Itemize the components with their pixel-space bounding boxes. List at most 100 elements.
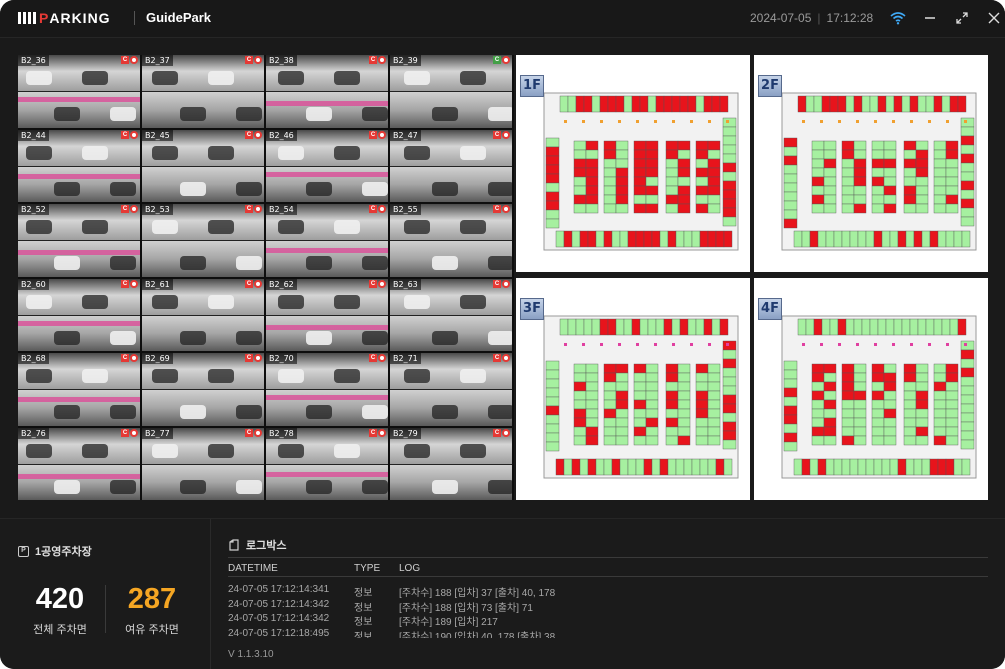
camera-tile[interactable]: B2_60 C <box>18 278 140 351</box>
parking-slot <box>722 126 737 137</box>
camera-status-badge: C <box>245 279 262 288</box>
parking-slot <box>915 417 929 428</box>
parking-slot <box>865 230 875 248</box>
parking-slot <box>722 349 737 360</box>
camera-tile[interactable]: B2_53 C <box>142 204 264 277</box>
parking-slot <box>695 426 709 437</box>
parking-slot <box>567 318 577 336</box>
camera-tile[interactable]: B2_61 C <box>142 278 264 351</box>
camera-label: B2_44 <box>18 129 49 141</box>
parking-slot <box>945 230 955 248</box>
parking-slot <box>913 230 923 248</box>
log-list[interactable]: 24-07-05 17:12:14:341 정보 [주차수] 188 [입차] … <box>228 583 988 638</box>
parking-slot <box>783 387 798 398</box>
camera-label: B2_71 <box>390 353 421 364</box>
parking-slot <box>783 369 798 380</box>
expand-icon[interactable] <box>952 8 972 28</box>
floor-map-1f[interactable]: 1F <box>516 55 750 272</box>
camera-label: B2_76 <box>18 427 49 439</box>
close-icon[interactable] <box>984 8 1004 28</box>
camera-tile[interactable]: B2_52 C <box>18 204 140 277</box>
parking-slot <box>633 417 647 428</box>
camera-badge: C <box>369 428 377 437</box>
parking-slot <box>885 95 895 113</box>
camera-tile[interactable]: B2_37 C <box>142 55 264 128</box>
parking-slot <box>545 378 560 389</box>
parking-slot <box>603 458 613 476</box>
parking-slot <box>665 381 679 392</box>
camera-tile[interactable]: B2_71 C <box>390 353 512 426</box>
parking-slot <box>545 423 560 434</box>
parking-slot <box>960 180 975 191</box>
parking-slot <box>960 207 975 218</box>
camera-tile[interactable]: B2_77 C <box>142 427 264 500</box>
parking-slot <box>615 149 629 160</box>
camera-tile[interactable]: B2_76 C <box>18 427 140 500</box>
parking-slot <box>883 149 897 160</box>
parking-slot <box>633 381 647 392</box>
parking-slot <box>953 230 963 248</box>
floor-map-3f[interactable]: 3F <box>516 278 750 500</box>
parking-slot <box>603 194 617 205</box>
parking-slot <box>633 399 647 410</box>
floor-map-4f[interactable]: 4F <box>754 278 988 500</box>
parking-slot <box>585 408 599 419</box>
parking-slot <box>703 95 713 113</box>
camera-tile[interactable]: B2_36 C <box>18 55 140 128</box>
camera-tile[interactable]: B2_70 C <box>266 353 388 426</box>
guide-marker <box>726 120 729 123</box>
parking-slot <box>915 149 929 160</box>
guide-marker <box>820 120 823 123</box>
guide-marker <box>964 343 967 346</box>
camera-tile[interactable]: B2_62 C <box>266 278 388 351</box>
camera-tile[interactable]: B2_38 C <box>266 55 388 128</box>
parking-slot <box>960 421 975 432</box>
parking-slot <box>903 149 917 160</box>
camera-tile[interactable]: B2_63 C <box>390 278 512 351</box>
parking-slot <box>627 458 637 476</box>
parking-slot <box>871 399 885 410</box>
camera-tile[interactable]: B2_44 C <box>18 129 140 202</box>
guide-marker <box>946 120 949 123</box>
parking-slot <box>961 230 971 248</box>
parking-slot <box>611 458 621 476</box>
parking-slot <box>883 158 897 169</box>
camera-tile[interactable]: B2_54 C <box>266 204 388 277</box>
parking-slot <box>665 185 679 196</box>
parking-slot <box>603 408 617 419</box>
parking-slot <box>711 95 721 113</box>
camera-tile[interactable]: B2_68 C <box>18 353 140 426</box>
floor-label: 1F <box>520 75 544 97</box>
parking-slot <box>845 95 855 113</box>
parking-slot <box>585 417 599 428</box>
parking-slot <box>960 385 975 396</box>
parking-slot <box>871 426 885 437</box>
parking-slot <box>603 363 617 374</box>
camera-tile[interactable]: B2_79 C <box>390 427 512 500</box>
parking-slot <box>615 95 625 113</box>
camera-tile[interactable]: B2_39 C <box>390 55 512 128</box>
parking-slot <box>845 318 855 336</box>
camera-tile[interactable]: B2_55 C <box>390 204 512 277</box>
guide-marker <box>838 120 841 123</box>
parking-slot <box>811 435 825 446</box>
camera-tile[interactable]: B2_45 C <box>142 129 264 202</box>
parking-slot <box>877 318 887 336</box>
camera-tile[interactable]: B2_69 C <box>142 353 264 426</box>
parking-slot <box>665 176 679 187</box>
camera-tile[interactable]: B2_46 C <box>266 129 388 202</box>
parking-slot <box>933 426 947 437</box>
minimize-icon[interactable] <box>920 8 940 28</box>
camera-tile[interactable]: B2_47 C <box>390 129 512 202</box>
guide-marker <box>636 343 639 346</box>
floor-map-2f[interactable]: 2F <box>754 55 988 272</box>
parking-slot <box>849 458 859 476</box>
camera-badge: C <box>369 56 377 64</box>
camera-label: B2_77 <box>142 427 173 439</box>
parking-slot <box>883 408 897 419</box>
parking-slot <box>823 399 837 410</box>
parking-slot <box>905 458 915 476</box>
camera-tile[interactable]: B2_78 C <box>266 427 388 500</box>
parking-slot <box>555 230 565 248</box>
parking-slot <box>903 435 917 446</box>
